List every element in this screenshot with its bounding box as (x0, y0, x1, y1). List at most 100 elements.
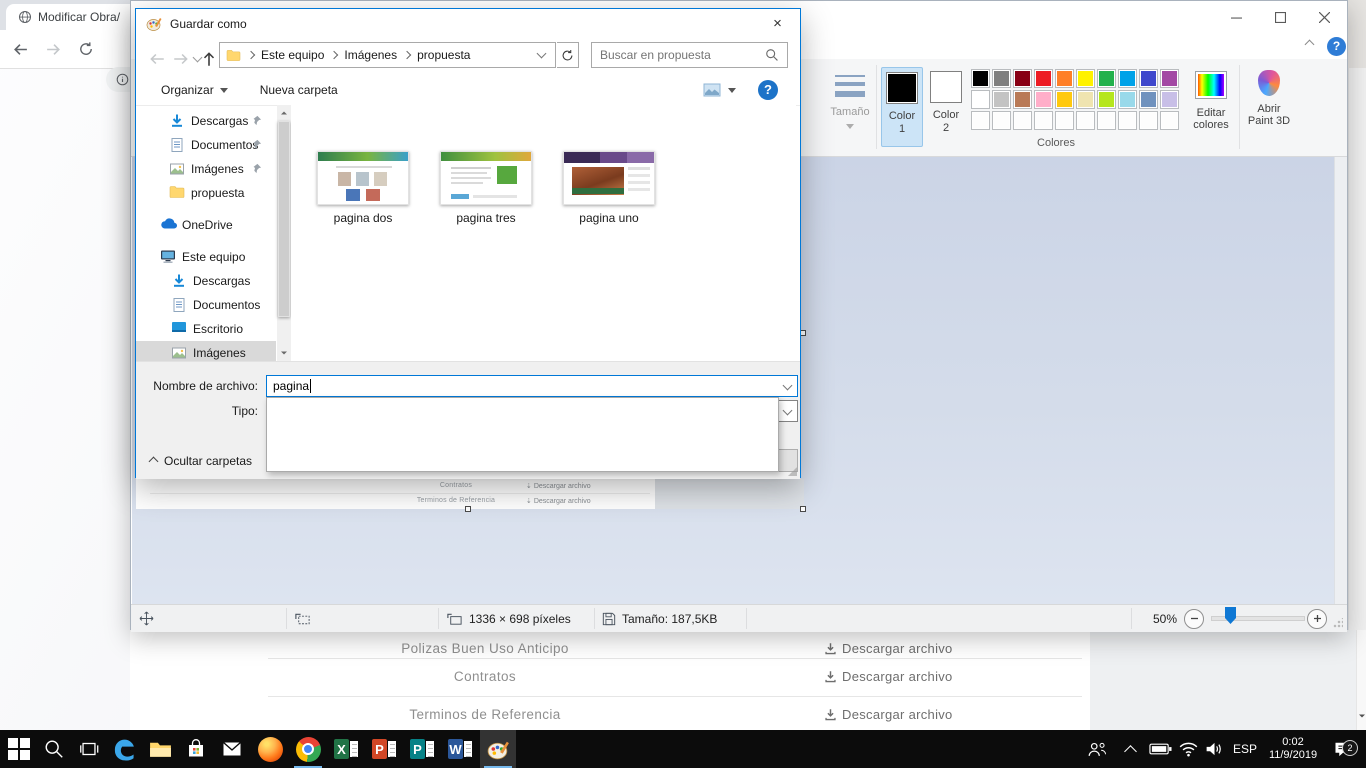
palette-swatch[interactable] (1160, 69, 1179, 88)
minimize-button[interactable] (1221, 9, 1251, 25)
taskbar-firefox-button[interactable] (252, 730, 288, 768)
taskbar-excel-button[interactable]: X (328, 730, 364, 768)
sidebar-item-este-equipo[interactable]: Este equipo (136, 245, 276, 269)
sidebar-scrollbar[interactable] (277, 105, 291, 361)
tray-people-icon[interactable] (1082, 730, 1112, 768)
breadcrumb-item[interactable]: Este equipo (261, 48, 324, 62)
forward-icon[interactable] (45, 41, 62, 58)
scroll-up-icon[interactable] (280, 109, 288, 117)
taskbar-store-button[interactable] (178, 730, 214, 768)
palette-swatch-empty[interactable] (992, 111, 1011, 130)
tray-volume-icon[interactable] (1200, 730, 1228, 768)
palette-swatch[interactable] (1139, 69, 1158, 88)
nav-up-button[interactable] (198, 47, 220, 71)
palette-swatch[interactable] (1013, 90, 1032, 109)
sidebar-item-imagenes-2[interactable]: Imágenes (136, 341, 276, 361)
download-link[interactable]: Descargar archivo (824, 641, 953, 656)
palette-swatch[interactable] (1034, 90, 1053, 109)
palette-swatch[interactable] (992, 69, 1011, 88)
palette-swatch-empty[interactable] (1076, 111, 1095, 130)
palette-swatch-empty[interactable] (1118, 111, 1137, 130)
dialog-titlebar[interactable]: Guardar como (136, 9, 800, 39)
browser-tab[interactable]: Modificar Obra/ (6, 4, 136, 30)
download-link[interactable]: Descargar archivo (824, 707, 953, 722)
scroll-down-icon[interactable] (280, 349, 288, 357)
maximize-button[interactable] (1265, 9, 1295, 25)
zoom-out-button[interactable] (1184, 605, 1204, 632)
selection-handle[interactable] (800, 506, 806, 512)
taskbar-search-button[interactable] (36, 730, 72, 768)
back-icon[interactable] (12, 41, 29, 58)
palette-swatch[interactable] (1076, 90, 1095, 109)
filename-input[interactable] (267, 376, 797, 396)
breadcrumb-item[interactable]: Imágenes (344, 48, 397, 62)
file-thumbnail-pagina-dos[interactable] (317, 151, 409, 205)
taskbar-paint-button[interactable] (480, 730, 516, 768)
palette-swatch[interactable] (1076, 69, 1095, 88)
tray-chevron-up-icon[interactable] (1118, 730, 1142, 768)
sidebar-item-documentos[interactable]: Documentos (136, 133, 276, 157)
nav-back-button[interactable] (146, 47, 168, 71)
taskbar-chrome-button[interactable] (290, 730, 326, 768)
palette-swatch-empty[interactable] (1160, 111, 1179, 130)
breadcrumb-item[interactable]: propuesta (417, 48, 470, 62)
palette-swatch[interactable] (1055, 90, 1074, 109)
tray-wifi-icon[interactable] (1174, 730, 1202, 768)
action-center-button[interactable]: 2 (1326, 730, 1360, 768)
view-mode-icon[interactable] (703, 83, 721, 97)
tray-battery-icon[interactable] (1146, 730, 1174, 768)
taskbar-publisher-button[interactable]: P (404, 730, 440, 768)
breadcrumb-dropdown-icon[interactable] (537, 49, 547, 59)
file-name[interactable]: pagina uno (549, 211, 669, 225)
sidebar-item-propuesta[interactable]: propuesta (136, 181, 276, 205)
palette-swatch[interactable] (1160, 90, 1179, 109)
palette-swatch[interactable] (1097, 69, 1116, 88)
open-paint3d-button[interactable]: Abrir Paint 3D (1243, 67, 1295, 147)
color1-button[interactable]: Color 1 (881, 67, 923, 147)
sidebar-item-escritorio[interactable]: Escritorio (136, 317, 276, 341)
selection-handle[interactable] (465, 506, 471, 512)
search-input[interactable] (592, 47, 765, 63)
close-button[interactable] (1309, 9, 1339, 25)
palette-swatch-empty[interactable] (1034, 111, 1053, 130)
download-link[interactable]: Descargar archivo (824, 669, 953, 684)
taskbar-explorer-button[interactable] (142, 730, 178, 768)
sidebar-item-imagenes[interactable]: Imágenes (136, 157, 276, 181)
sidebar-item-descargas-2[interactable]: Descargas (136, 269, 276, 293)
breadcrumb[interactable]: Este equipo Imágenes propuesta (219, 42, 556, 68)
palette-swatch-empty[interactable] (971, 111, 990, 130)
collapse-ribbon-icon[interactable] (1306, 41, 1313, 48)
file-thumbnail-pagina-uno[interactable] (563, 151, 655, 205)
info-icon[interactable] (116, 73, 129, 86)
file-name[interactable]: pagina tres (426, 211, 546, 225)
task-view-button[interactable] (71, 730, 107, 768)
palette-swatch-empty[interactable] (1097, 111, 1116, 130)
taskbar-powerpoint-button[interactable]: P (366, 730, 402, 768)
tray-language[interactable]: ESP (1228, 730, 1262, 768)
zoom-in-button[interactable] (1307, 605, 1327, 632)
file-name[interactable]: pagina dos (303, 211, 423, 225)
help-button[interactable]: ? (1327, 37, 1346, 56)
palette-swatch[interactable] (1034, 69, 1053, 88)
browser-scrollbar[interactable] (1356, 630, 1366, 730)
palette-swatch[interactable] (1139, 90, 1158, 109)
size-button[interactable]: Tamaño (827, 67, 873, 147)
color2-button[interactable]: Color 2 (925, 67, 967, 147)
palette-swatch[interactable] (1118, 90, 1137, 109)
tray-clock[interactable]: 0:02 11/9/2019 (1262, 730, 1324, 768)
scroll-down-icon[interactable] (1358, 712, 1366, 720)
palette-swatch-empty[interactable] (1055, 111, 1074, 130)
filename-autocomplete-dropdown[interactable] (266, 397, 779, 472)
file-thumbnail-pagina-tres[interactable] (440, 151, 532, 205)
dialog-close-button[interactable]: × (755, 9, 800, 38)
organize-button[interactable]: Organizar (161, 83, 214, 97)
edit-colors-button[interactable]: Editar colores (1187, 67, 1235, 147)
palette-swatch-empty[interactable] (1013, 111, 1032, 130)
palette-swatch[interactable] (1055, 69, 1074, 88)
resize-grip[interactable] (1333, 618, 1343, 628)
taskbar-edge-button[interactable] (106, 730, 142, 768)
dialog-help-button[interactable]: ? (758, 80, 778, 100)
hide-folders-button[interactable]: Ocultar carpetas (150, 454, 252, 468)
palette-swatch[interactable] (971, 90, 990, 109)
new-folder-button[interactable]: Nueva carpeta (260, 83, 338, 97)
